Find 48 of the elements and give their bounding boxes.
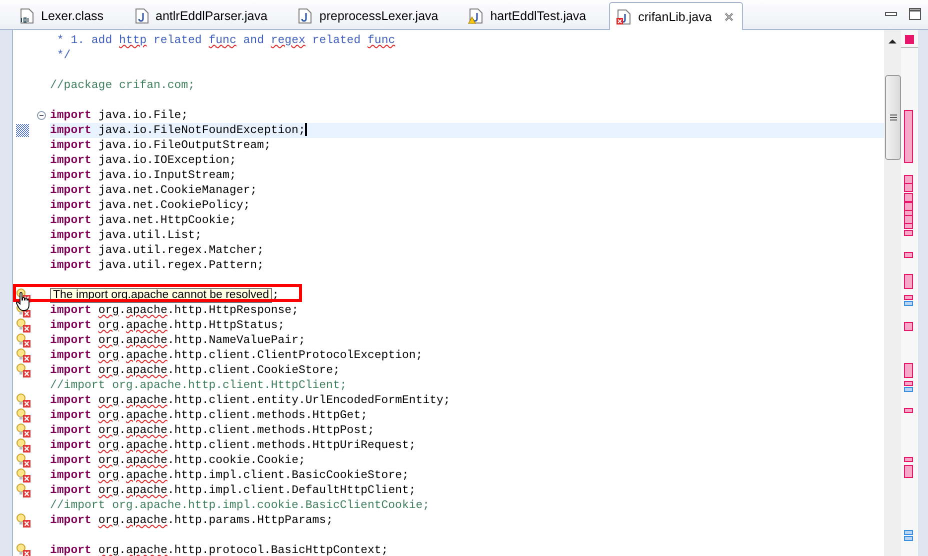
code-line: import org.apache.http.cookie.Cookie; [50,454,306,467]
fold-toggle-icon[interactable] [37,111,46,120]
code-line: import org.apache.http.client.CookieStore; [50,364,340,377]
editor-tab[interactable]: crifanLib.java [609,2,743,30]
java-file-icon [297,8,314,24]
code-line: import java.net.CookieManager; [50,184,258,197]
code-line: */ [56,49,71,62]
code-line: //import org.apache.http.client.HttpClient; [50,379,347,392]
editor-tab[interactable]: hartEddlTest.java [461,2,610,29]
code-line: import org.apache.http.client.methods.HttpUriRequest; [50,439,416,452]
code-line: //package crifan.com; [50,79,195,92]
class-file-icon [19,8,35,24]
code-line: import org.apache.http.NameValuePair; [50,334,306,347]
editor-tab[interactable]: Lexer.class [12,2,127,29]
code-line: import java.io.FileOutputStream; [50,139,271,152]
code-line: import org.apache.http.client.entity.UrlEncodedFormEntity; [50,394,450,407]
code-line: import java.io.File; [50,109,188,122]
maximize-icon[interactable] [908,8,922,20]
scroll-up-icon[interactable] [888,38,897,44]
code-line: import java.net.CookiePolicy; [50,199,250,212]
java-file-error-icon [616,8,632,24]
code-line: import org.apache.http.HttpResponse; [50,304,298,317]
editor-tab[interactable]: preprocessLexer.java [290,2,462,29]
code-line: //import org.apache.http.impl.cookie.BasicClientCookie; [50,499,430,512]
code-line: import org.apache.http.params.HttpParams; [50,514,333,527]
code-line: import java.util.regex.Pattern; [50,259,264,272]
scrollbar-thumb[interactable] [885,75,901,160]
editor-tab[interactable]: antlrEddlParser.java [126,2,290,29]
code-line: * 1. add http related func and regex related func [56,34,396,47]
code-line: import java.util.List; [50,229,202,242]
java-file-icon [134,8,150,24]
code-line: import java.net.HttpCookie; [50,214,236,227]
text-caret [305,123,307,136]
code-line: import java.util.regex.Matcher; [50,244,264,257]
code-line: import org.apache.http.impl.client.BasicCookieStore; [50,469,409,482]
hand-cursor-icon [16,292,30,312]
code-line: import org.apache.http.client.methods.HttpPost; [50,424,374,437]
code-line: import org.apache.http.client.ClientProtocolException; [50,349,423,362]
code-line: import java.io.FileNotFoundException; [50,124,306,137]
code-line: import org.apache.http.impl.client.DefaultHttpClient; [50,484,416,497]
change-marker-icon [16,124,29,137]
code-line: import org.apache.http.protocol.BasicHttpContext; [50,544,388,556]
code-line: import java.io.IOException; [50,154,236,167]
close-icon[interactable] [724,12,734,22]
code-line: import org.apache.http.HttpStatus; [50,319,285,332]
code-line: import java.io.InputStream; [50,169,236,182]
code-line: import org.apache.http.client.methods.HttpGet; [50,409,368,422]
java-file-warning-icon [468,8,484,24]
